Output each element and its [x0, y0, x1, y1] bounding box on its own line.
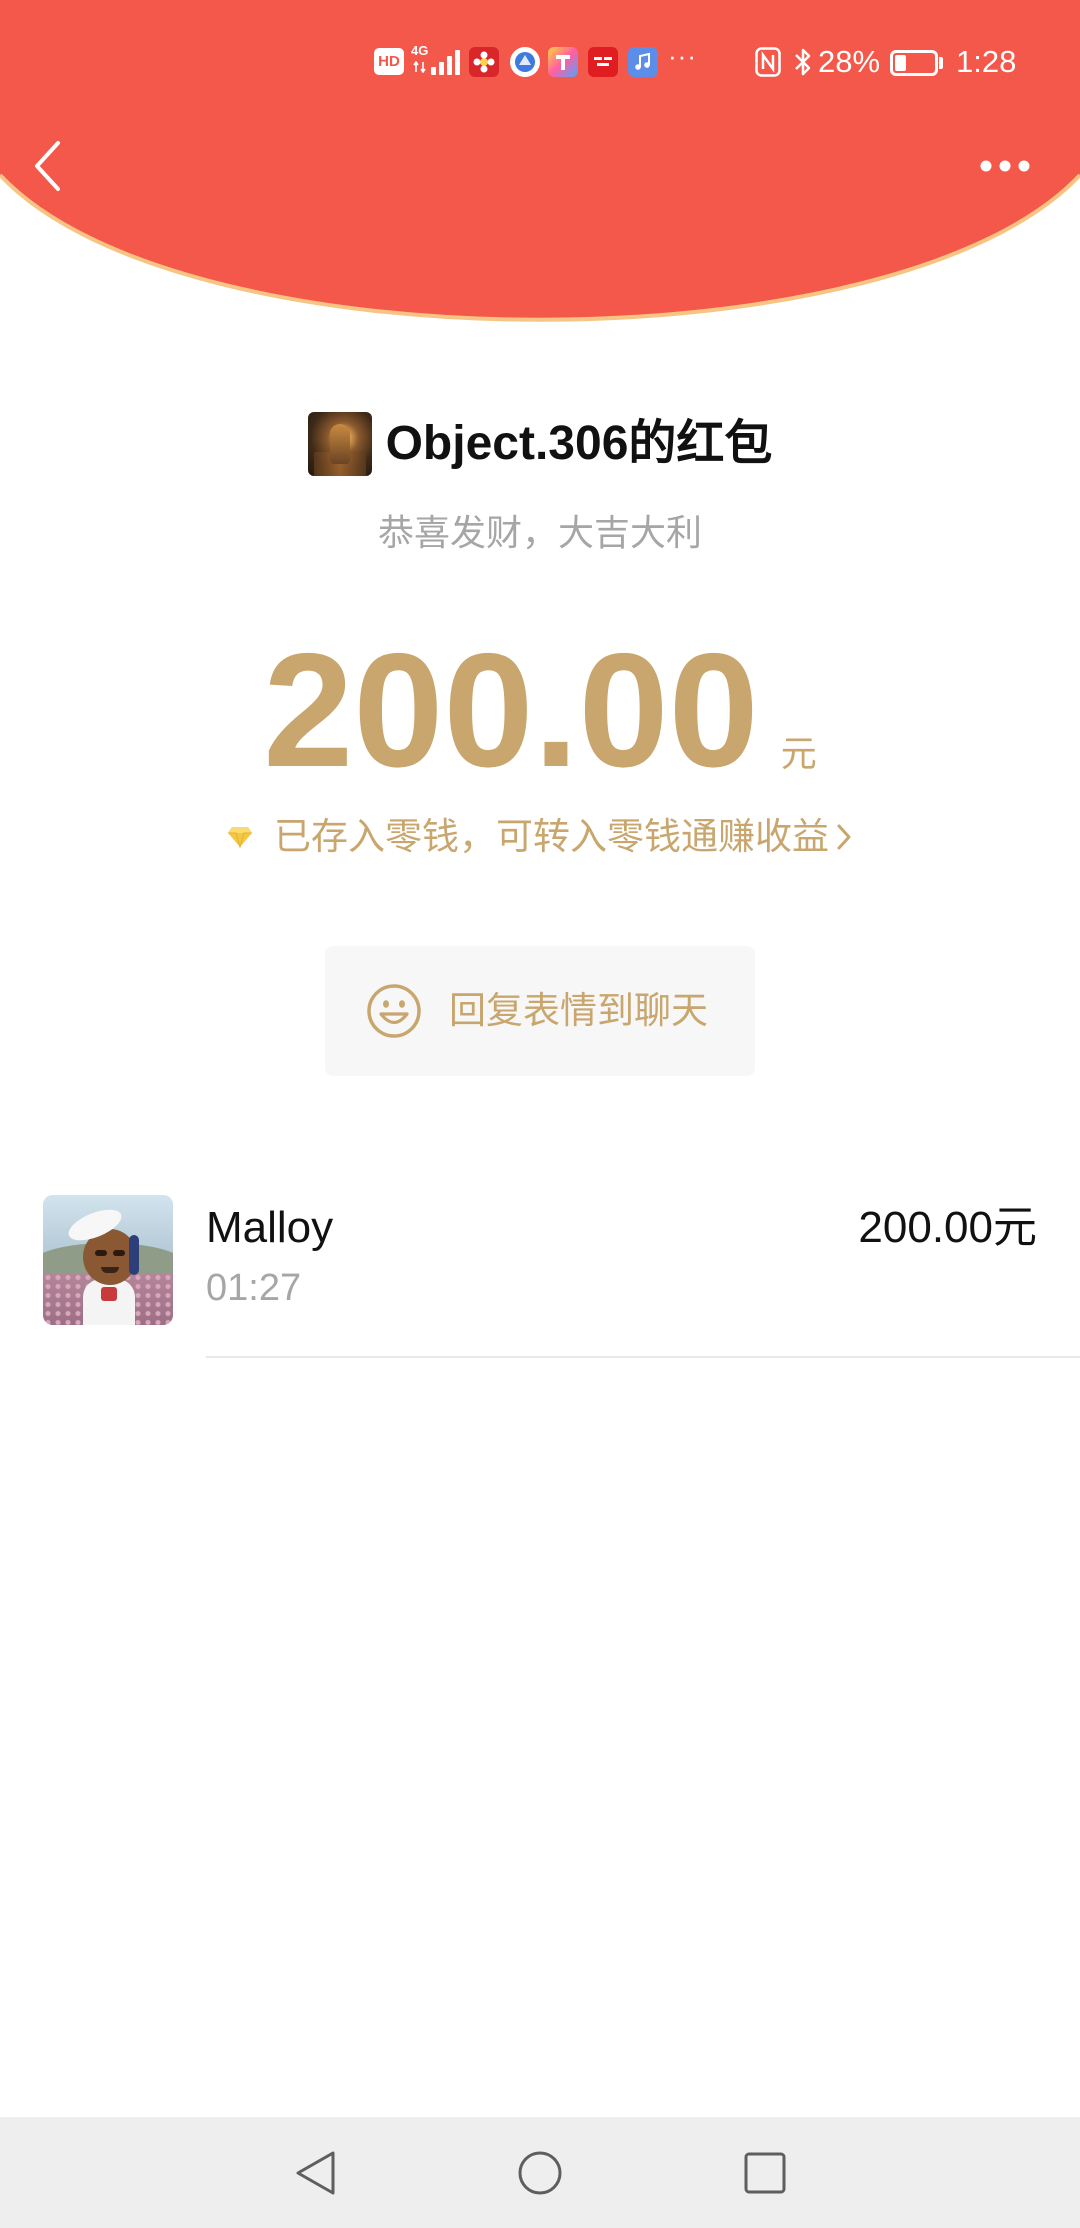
reply-button-label: 回复表情到聊天	[449, 990, 708, 1031]
back-button[interactable]	[20, 126, 76, 206]
sender-title-row: Object.306的红包	[0, 412, 1080, 476]
reply-with-sticker-button[interactable]: 回复表情到聊天	[325, 946, 755, 1076]
status-time: 1:28	[956, 44, 1017, 79]
colorful-app-icon	[548, 47, 578, 77]
flower-app-icon	[469, 47, 499, 77]
more-dots-icon	[980, 160, 1030, 172]
triangle-back-icon	[296, 2151, 335, 2195]
nav-home-button[interactable]	[510, 2143, 570, 2203]
nav-back-button[interactable]	[286, 2143, 346, 2203]
network-type-label: 4G	[411, 43, 429, 58]
nfc-icon	[755, 47, 781, 77]
battery-fill	[895, 55, 906, 71]
battery-tip	[939, 57, 943, 69]
diamond-icon	[228, 827, 252, 848]
red-packet-detail-screen: HD 4G ··· 28% 1:28 Object.306的红包 恭喜发财，大吉…	[0, 0, 1080, 2228]
smiley-icon	[367, 984, 421, 1038]
red-packet-title: Object.306的红包	[385, 417, 773, 470]
chevron-right-icon	[837, 824, 851, 850]
currency-unit: 元	[780, 733, 817, 774]
browser-app-icon	[510, 47, 540, 77]
cellular-signal-icon	[431, 50, 461, 75]
list-item: Malloy 01:27 200.00元	[0, 1195, 1080, 1325]
change-deposit-notice: 已存入零钱，可转入零钱通赚收益	[274, 816, 829, 857]
battery-percent: 28%	[818, 44, 881, 79]
nav-recents-button[interactable]	[735, 2143, 795, 2203]
square-recents-icon	[744, 2152, 786, 2194]
data-arrows-icon	[413, 61, 426, 73]
status-overflow-indicator: ···	[668, 41, 697, 71]
system-nav-bar	[0, 2117, 1080, 2228]
receiver-name: Malloy	[206, 1203, 334, 1252]
list-divider	[206, 1356, 1080, 1358]
received-amount: 200.00	[263, 620, 759, 801]
chevron-left-icon	[35, 141, 60, 191]
bluetooth-icon	[795, 48, 811, 76]
greeting-message: 恭喜发财，大吉大利	[377, 512, 702, 553]
hd-badge: HD	[374, 48, 404, 75]
battery-icon	[890, 50, 938, 76]
amount-display: 200.00 元	[0, 630, 1080, 792]
receiver-avatar[interactable]	[43, 1195, 173, 1325]
more-options-button[interactable]	[970, 140, 1042, 192]
music-app-icon	[628, 47, 658, 77]
sender-avatar[interactable]	[307, 412, 372, 476]
receive-time: 01:27	[206, 1267, 302, 1309]
circle-home-icon	[518, 2151, 562, 2195]
change-deposit-notice-link[interactable]: 已存入零钱，可转入零钱通赚收益	[0, 814, 1080, 860]
red-app-icon	[588, 47, 618, 77]
receiver-amount: 200.00元	[858, 1203, 1037, 1252]
